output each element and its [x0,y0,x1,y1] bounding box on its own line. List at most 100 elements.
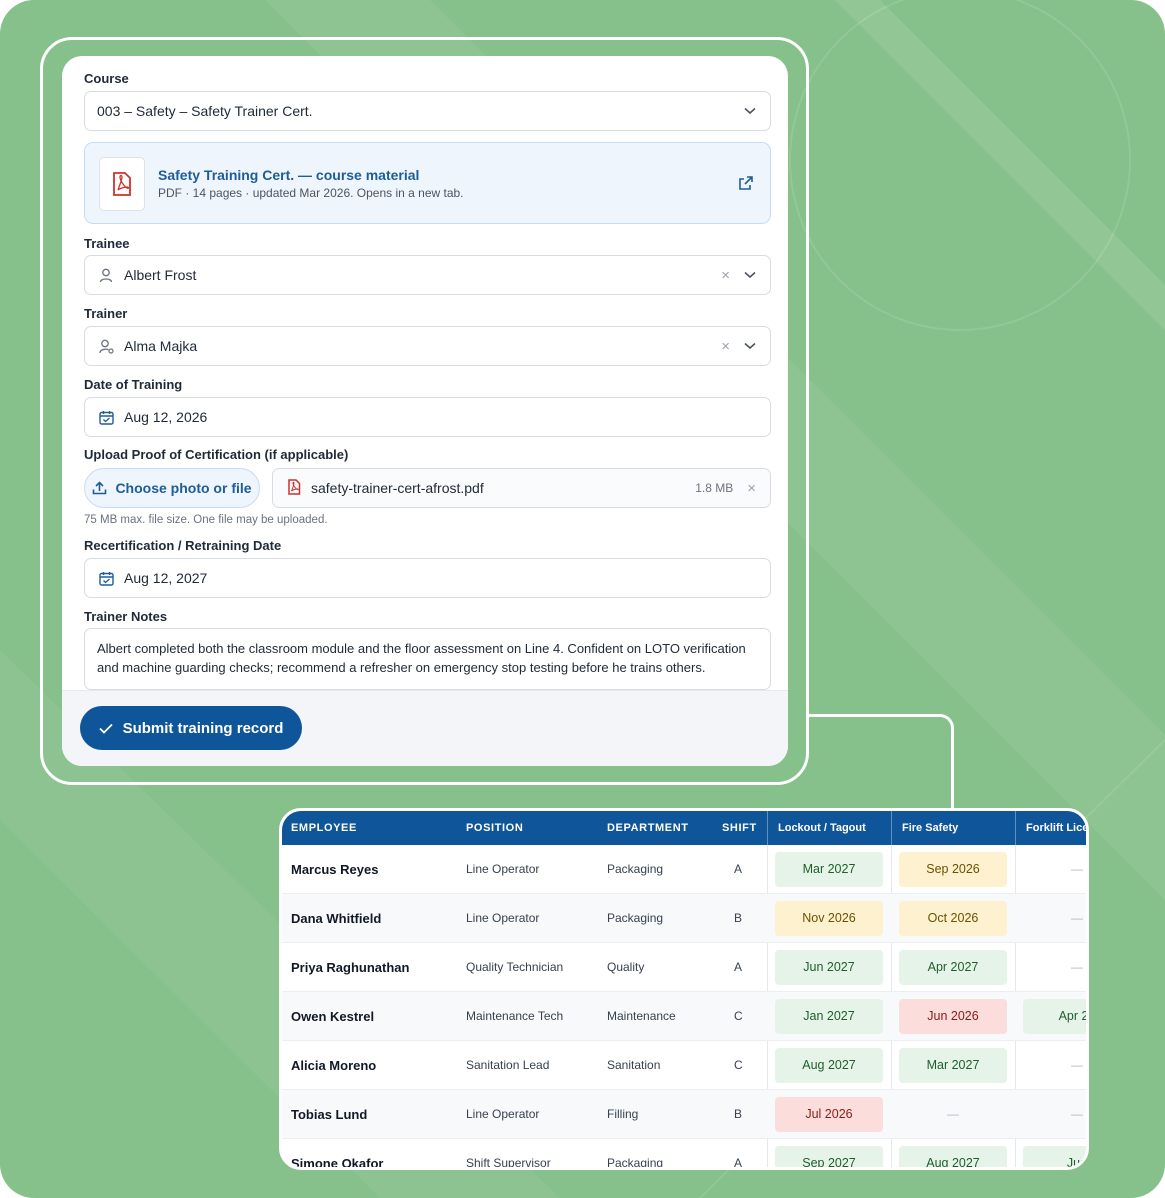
background-canvas: Course 003 – Safety – Safety Trainer Cer… [0,0,1165,1198]
header-fire-safety[interactable]: Fire Safety [891,811,1015,845]
course-select[interactable]: 003 – Safety – Safety Trainer Cert. [84,91,771,131]
loto-status-badge[interactable]: Jan 2027 [775,999,883,1034]
trainer-select[interactable]: Alma Majka × [84,326,771,366]
shift-cell: C [734,1009,743,1023]
forklift-status-badge[interactable]: Jun [1023,1146,1086,1167]
file-name: safety-trainer-cert-afrost.pdf [311,480,484,496]
notes-label: Trainer Notes [84,609,168,624]
header-forklift[interactable]: Forklift Licen [1015,811,1086,845]
recert-label: Recertification / Retraining Date [84,538,282,553]
table-row[interactable]: Marcus Reyes Line Operator Packaging A Mar 2… [282,845,1086,894]
submit-label: Submit training record [122,719,284,737]
employee-name: Tobias Lund [291,1107,368,1122]
position-cell: Line Operator [466,1107,540,1121]
loto-status-badge[interactable]: Mar 2027 [775,852,883,887]
table-row[interactable]: Priya Raghunathan Quality Technician Quali… [282,943,1086,992]
recert-date-value: Aug 12, 2027 [124,570,208,586]
position-cell: Maintenance Tech [466,1009,564,1023]
pdf-icon [99,157,145,211]
empty-cert-cell[interactable]: — [1062,943,1086,992]
choose-file-label: Choose photo or file [115,480,252,496]
recert-date-field[interactable]: Aug 12, 2027 [84,558,771,598]
fire-status-badge[interactable]: Oct 2026 [899,901,1007,936]
department-cell: Packaging [607,911,664,925]
date-label: Date of Training [84,377,183,392]
table-row[interactable]: Owen Kestrel Maintenance Tech Maintenance C… [282,992,1086,1041]
employee-name: Dana Whitfield [291,911,382,926]
position-cell: Shift Supervisor [466,1156,551,1170]
training-record-form: Course 003 – Safety – Safety Trainer Cer… [62,56,788,766]
trainee-value: Albert Frost [124,267,197,283]
material-title: Safety Training Cert. — course material [158,167,420,183]
table-row[interactable]: Tobias Lund Line Operator Filling B Jul 2026… [282,1090,1086,1139]
calendar-icon [97,408,115,426]
fire-status-badge[interactable]: Mar 2027 [899,1048,1007,1083]
check-icon [98,723,113,734]
table-row[interactable]: Alicia Moreno Sanitation Lead Sanitation C A… [282,1041,1086,1090]
person-icon [97,266,115,284]
employee-name: Owen Kestrel [291,1009,375,1024]
uploaded-file-chip[interactable]: safety-trainer-cert-afrost.pdf 1.8 MB × [272,468,771,508]
empty-cert-cell[interactable]: — [899,1090,1007,1139]
fire-status-badge[interactable]: Sep 2026 [899,852,1007,887]
department-cell: Quality [607,960,645,974]
course-material-link[interactable]: Safety Training Cert. — course material … [84,142,771,224]
loto-status-badge[interactable]: Aug 2027 [775,1048,883,1083]
pdf-file-icon [287,478,301,498]
empty-cert-cell[interactable]: — [1062,1090,1086,1139]
upload-label: Upload Proof of Certification (if applic… [84,447,349,462]
empty-cert-cell[interactable]: — [1062,894,1086,943]
header-shift[interactable]: SHIFT [722,811,757,845]
loto-status-badge[interactable]: Jul 2026 [775,1097,883,1132]
fire-status-badge[interactable]: Apr 2027 [899,950,1007,985]
header-department[interactable]: DEPARTMENT [607,811,689,845]
department-cell: Sanitation [607,1058,661,1072]
loto-status-badge[interactable]: Sep 2027 [775,1146,883,1167]
person-badge-icon [97,337,115,355]
position-cell: Sanitation Lead [466,1058,550,1072]
training-date-field[interactable]: Aug 12, 2026 [84,397,771,437]
shift-cell: B [734,1107,743,1121]
connector-line [808,714,954,812]
employee-name: Simone Okafor [291,1156,384,1170]
department-cell: Packaging [607,862,664,876]
loto-status-badge[interactable]: Jun 2027 [775,950,883,985]
material-subtitle: PDF · 14 pages · updated Mar 2026. Opens… [158,186,464,200]
trainer-label: Trainer [84,306,128,321]
shift-cell: A [734,862,743,876]
submit-button[interactable]: Submit training record [80,706,302,750]
remove-file-icon[interactable]: × [747,480,756,497]
course-value: 003 – Safety – Safety Trainer Cert. [97,103,313,119]
loto-status-badge[interactable]: Nov 2026 [775,901,883,936]
position-cell: Line Operator [466,862,540,876]
fire-status-badge[interactable]: Aug 2027 [899,1146,1007,1167]
clear-icon[interactable]: × [721,338,730,355]
calendar-icon [97,569,115,587]
trainer-value: Alma Majka [124,338,198,354]
trainee-select[interactable]: Albert Frost × [84,255,771,295]
empty-cert-cell[interactable]: — [1062,845,1086,894]
employee-name: Alicia Moreno [291,1058,377,1073]
position-cell: Quality Technician [466,960,564,974]
choose-file-button[interactable]: Choose photo or file [84,468,260,508]
trainer-notes-textarea[interactable]: Albert completed both the classroom modu… [84,628,771,690]
external-link-icon[interactable] [738,175,754,196]
header-lockout-tagout[interactable]: Lockout / Tagout [767,811,891,845]
department-cell: Filling [607,1107,639,1121]
empty-cert-cell[interactable]: — [1062,1041,1086,1090]
header-employee[interactable]: EMPLOYEE [291,811,357,845]
chevron-down-icon [744,339,758,353]
chevron-down-icon [744,104,758,118]
fire-status-badge[interactable]: Jun 2026 [899,999,1007,1034]
course-label: Course [84,71,129,86]
table-header: EMPLOYEE POSITION DEPARTMENT SHIFT Locko… [282,811,1086,845]
table-row[interactable]: Simone Okafor Shift Supervisor Packaging A S… [282,1139,1086,1170]
forklift-status-badge[interactable]: Apr 20 [1023,999,1086,1034]
training-date-value: Aug 12, 2026 [124,409,208,425]
clear-icon[interactable]: × [721,267,730,284]
table-row[interactable]: Dana Whitfield Line Operator Packaging B Nov… [282,894,1086,943]
header-position[interactable]: POSITION [466,811,523,845]
shift-cell: A [734,1156,743,1170]
upload-icon [93,481,107,495]
file-size: 1.8 MB [695,481,734,495]
